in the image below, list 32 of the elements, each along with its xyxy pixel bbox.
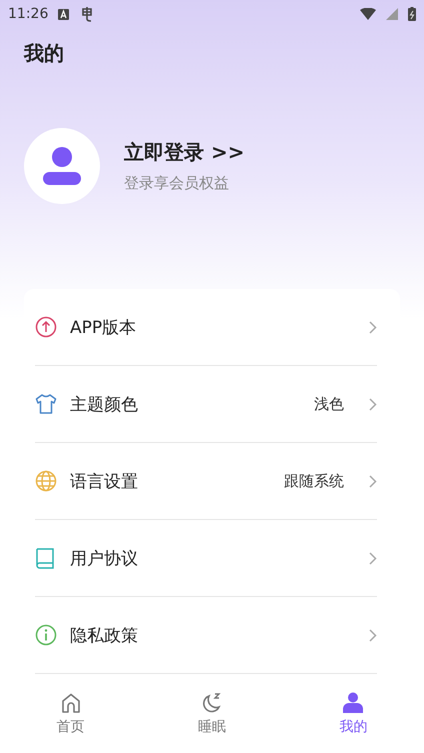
clock: 11:26: [8, 6, 48, 22]
login-link[interactable]: 立即登录 >>: [124, 139, 244, 166]
settings-item[interactable]: APP版本: [70, 316, 356, 338]
chevron-right-icon: [369, 552, 377, 564]
moon-icon: [200, 692, 223, 714]
shirt-icon: [35, 393, 57, 415]
nav-tab[interactable]: 睡眠: [141, 675, 283, 753]
nav-tab[interactable]: 首页: [0, 675, 142, 753]
member-benefits-text: 登录享会员权益: [124, 174, 230, 193]
page-title: 我的: [24, 41, 64, 65]
chevron-right-icon: [369, 628, 377, 642]
setting-value: 浅色: [314, 394, 344, 414]
chevron-right-icon: [369, 474, 377, 488]
info-circle-icon: [35, 624, 57, 646]
upload-circle-icon: [35, 316, 57, 338]
home-icon: [60, 692, 82, 714]
chevron-right-icon: [369, 320, 377, 334]
person-icon: [43, 147, 81, 185]
battery-icon: [408, 7, 416, 21]
settings-item[interactable]: 主题颜色: [70, 392, 301, 416]
settings-item[interactable]: 用户协议: [70, 546, 356, 570]
settings-item[interactable]: 隐私政策: [70, 624, 356, 646]
wifi-icon: [360, 8, 376, 20]
person-icon: [342, 692, 364, 714]
settings-item[interactable]: 语言设置: [70, 470, 271, 492]
notification-icon: [58, 8, 70, 20]
chevron-right-icon: [369, 398, 377, 410]
globe-icon: [35, 470, 57, 492]
book-icon: [35, 547, 57, 569]
signal-icon: [386, 8, 398, 20]
nav-tab[interactable]: 我的: [282, 675, 424, 753]
setting-value: 跟随系统: [284, 472, 344, 490]
